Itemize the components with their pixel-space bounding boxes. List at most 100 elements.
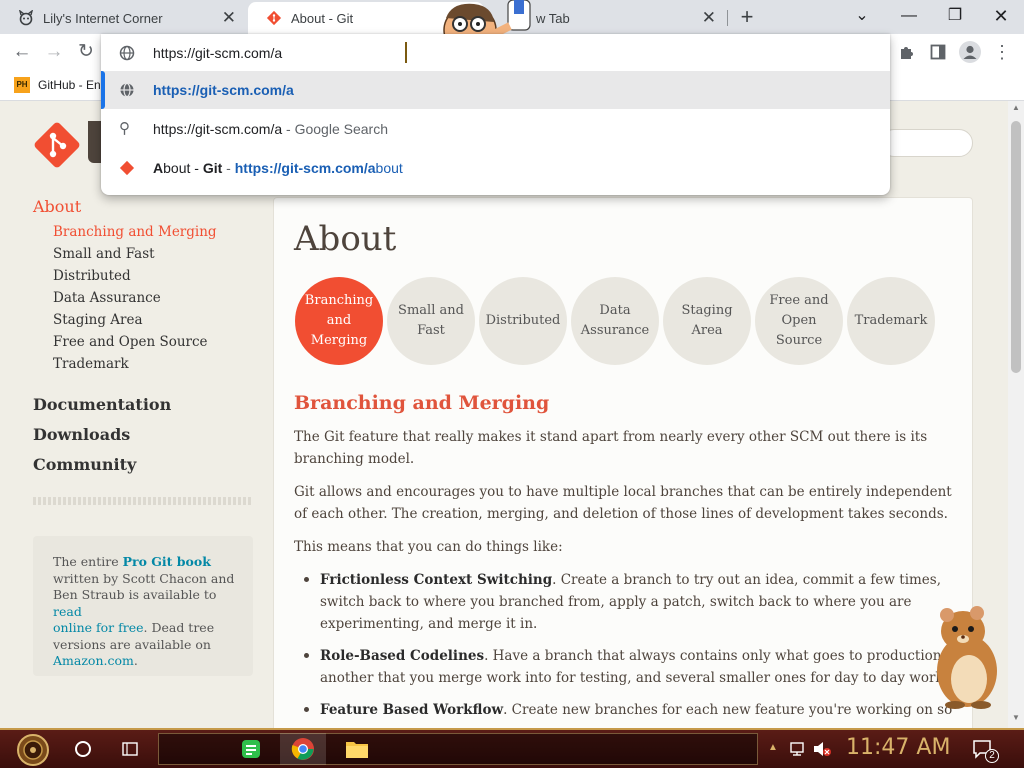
restore-button[interactable]: ❐: [935, 4, 975, 28]
book-text: versions are available on: [53, 636, 211, 652]
book-text: Ben Straub is available to: [53, 587, 217, 602]
reload-icon[interactable]: ↻: [74, 40, 98, 64]
network-icon[interactable]: [789, 741, 807, 757]
bullet-title: Feature Based Workflow: [320, 702, 504, 718]
tab-strip: Lily's Internet Corner ✕ About - Git w T…: [0, 0, 1024, 55]
sidebar-item-trademark[interactable]: Trademark: [53, 356, 129, 372]
circle-staging-area[interactable]: Staging Area: [663, 277, 751, 365]
tab-search-chevron-icon[interactable]: ⌄: [842, 4, 882, 28]
amazon-link[interactable]: Amazon.com: [53, 653, 134, 668]
new-tab-plus-icon[interactable]: +: [735, 5, 759, 29]
git-logo-icon[interactable]: [33, 121, 81, 169]
circle-branching-merging[interactable]: Branching and Merging: [295, 277, 383, 365]
url-match: https://git-scm.com/a: [234, 160, 376, 176]
file-explorer-icon[interactable]: [345, 739, 369, 759]
bookmark-label: GitHub - En: [38, 78, 101, 92]
sidebar-item-small-fast[interactable]: Small and Fast: [53, 246, 155, 262]
sidebar-about[interactable]: About: [33, 197, 81, 216]
bullet-dot: [304, 577, 309, 582]
tab-title: Lily's Internet Corner: [43, 10, 163, 26]
circle-small-fast[interactable]: Small and Fast: [387, 277, 475, 365]
suggestion-history-text: About - Git - https://git-scm.com/about: [153, 160, 403, 176]
task-view-icon[interactable]: [121, 740, 139, 758]
sidebar-documentation[interactable]: Documentation: [33, 395, 171, 414]
cortana-circle-icon[interactable]: [75, 741, 91, 757]
suggestion-url[interactable]: https://git-scm.com/a: [101, 71, 890, 109]
pro-git-book-link[interactable]: Pro Git book: [123, 554, 211, 569]
globe-icon: [119, 45, 135, 61]
puzzle-extensions-icon[interactable]: [898, 44, 915, 61]
book-text: . Dead tree: [143, 620, 215, 635]
side-panel-icon[interactable]: [930, 44, 946, 60]
tray-overflow-icon[interactable]: ▲: [768, 742, 778, 753]
sidebar-downloads[interactable]: Downloads: [33, 425, 130, 444]
bullet-item: Frictionless Context Switching. Create a…: [320, 569, 960, 635]
suggestion-search[interactable]: ⚲ https://git-scm.com/a - Google Search: [101, 110, 890, 148]
profile-avatar-icon[interactable]: [959, 41, 981, 63]
omnibox-dropdown: https://git-scm.com/a https://git-scm.co…: [101, 34, 890, 195]
menu-kebab-icon[interactable]: ⋮: [990, 40, 1014, 64]
match-prefix: A: [153, 160, 164, 176]
paragraph-1: The Git feature that really makes it sta…: [294, 429, 928, 467]
sidebar-community[interactable]: Community: [33, 455, 136, 474]
book-text: .: [133, 653, 138, 668]
globe-icon: [120, 82, 134, 98]
scroll-up-icon[interactable]: ▲: [1012, 103, 1020, 112]
address-input[interactable]: https://git-scm.com/a: [153, 45, 282, 61]
bullet-item: Role-Based Codelines. Have a branch that…: [320, 645, 960, 689]
web-page: About Branching and Merging Small and Fa…: [0, 101, 1008, 728]
sidebar-item-branching[interactable]: Branching and Merging: [53, 224, 217, 240]
hamster-desktop-pet[interactable]: [925, 601, 1005, 711]
suggestion-history[interactable]: About - Git - https://git-scm.com/about: [101, 149, 890, 187]
sidebar-item-free-open[interactable]: Free and Open Source: [53, 334, 208, 350]
tab-title: About - Git: [291, 10, 354, 26]
notes-app-icon[interactable]: [240, 738, 262, 760]
suggestion-query: https://git-scm.com/a: [153, 121, 283, 137]
chrome-icon[interactable]: [291, 737, 315, 761]
git-logo-icon: [119, 160, 135, 176]
start-button-icon[interactable]: [12, 732, 54, 768]
search-icon: ⚲: [119, 120, 130, 137]
taskbar: ▲ 11:47 AM 2: [0, 728, 1024, 768]
bullet-dot: [304, 653, 309, 658]
book-blurb: The entire Pro Git book written by Scott…: [53, 554, 243, 670]
back-arrow-icon[interactable]: ←: [10, 40, 34, 64]
paragraph-3: This means that you can do things like:: [294, 539, 563, 555]
bookmark-github[interactable]: PH GitHub - En: [14, 77, 101, 93]
sidebar-item-data-assurance[interactable]: Data Assurance: [53, 290, 161, 306]
sidebar-item-staging[interactable]: Staging Area: [53, 312, 143, 328]
circle-free-open-source[interactable]: Free and Open Source: [755, 277, 843, 365]
bullet-title: Role-Based Codelines: [320, 648, 485, 664]
minimize-button[interactable]: —: [889, 4, 929, 28]
search-box[interactable]: [880, 129, 973, 157]
close-tab-icon[interactable]: ✕: [222, 9, 236, 26]
clock-time[interactable]: 11:47 AM: [846, 735, 950, 760]
suggestion-suffix: - Google Search: [282, 121, 388, 137]
circle-distributed[interactable]: Distributed: [479, 277, 567, 365]
paragraph-2: Git allows and encourages you to have mu…: [294, 484, 952, 522]
address-bar[interactable]: https://git-scm.com/a: [101, 34, 890, 71]
read-online-link[interactable]: online for free: [53, 620, 144, 635]
text-cursor: [405, 42, 407, 63]
circle-trademark[interactable]: Trademark: [847, 277, 935, 365]
forward-arrow-icon[interactable]: →: [42, 40, 66, 64]
tab-lilys-corner[interactable]: Lily's Internet Corner ✕: [0, 2, 246, 34]
producthunt-icon: PH: [14, 77, 30, 93]
separator: -: [222, 160, 235, 176]
close-tab-icon[interactable]: ✕: [702, 9, 716, 26]
scroll-down-icon[interactable]: ▼: [1012, 713, 1020, 722]
book-text: The entire: [53, 554, 123, 569]
tab-divider: [727, 10, 728, 26]
title-bold: Git: [202, 160, 223, 176]
close-window-button[interactable]: ✕: [981, 4, 1021, 28]
read-online-link[interactable]: read: [53, 604, 82, 619]
sidebar-item-distributed[interactable]: Distributed: [53, 268, 131, 284]
bullet-dot: [304, 707, 309, 712]
book-text: written by Scott Chacon and: [53, 570, 235, 586]
circle-data-assurance[interactable]: Data Assurance: [571, 277, 659, 365]
dog-icon: [19, 10, 33, 26]
bullet-item: Feature Based Workflow. Create new branc…: [320, 699, 960, 728]
page-scrollbar[interactable]: ▲ ▼: [1008, 101, 1024, 728]
volume-muted-icon[interactable]: [812, 740, 832, 758]
scrollbar-thumb[interactable]: [1011, 121, 1021, 373]
